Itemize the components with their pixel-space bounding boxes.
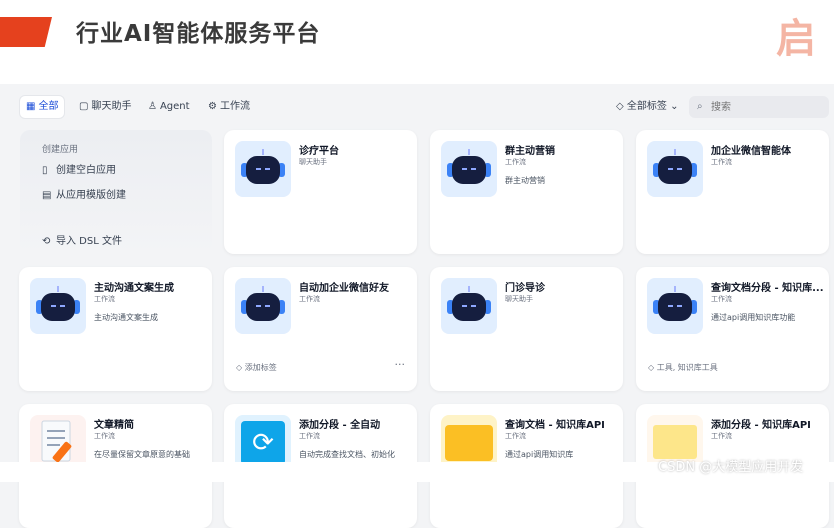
robot-icon bbox=[241, 149, 285, 187]
tag-select-label: 全部标签 bbox=[626, 101, 667, 112]
create-app-card: 创建应用 ▯ 创建空白应用 ▤ 从应用模版创建 ⟲ 导入 DSL 文件 bbox=[20, 130, 212, 254]
app-tags[interactable]: ◇ 工具, 知识库工具 bbox=[648, 362, 718, 373]
chevron-down-icon: ⌄ bbox=[670, 101, 679, 112]
create-blank-button[interactable]: ▯ 创建空白应用 bbox=[42, 161, 116, 176]
tab-workflow[interactable]: ⚙ 工作流 bbox=[202, 96, 256, 118]
robot-icon bbox=[241, 286, 285, 324]
search-input[interactable] bbox=[711, 99, 821, 115]
robot-icon bbox=[653, 149, 697, 187]
app-avatar bbox=[647, 278, 703, 334]
app-name: 查询文档分段 - 知识库... bbox=[711, 283, 823, 294]
app-name: 群主动营销 bbox=[505, 146, 555, 157]
app-type: 工作流 bbox=[299, 432, 320, 440]
app-card-group-marketing[interactable]: 群主动营销 工作流 群主动营销 bbox=[430, 130, 623, 254]
app-desc: 群主动营销 bbox=[505, 176, 545, 185]
app-type: 聊天助手 bbox=[299, 158, 327, 166]
app-type: 工作流 bbox=[94, 295, 115, 303]
import-icon: ⟲ bbox=[42, 236, 51, 247]
app-name: 门诊导诊 bbox=[505, 283, 545, 294]
more-options-icon[interactable]: ··· bbox=[395, 358, 406, 371]
app-avatar bbox=[30, 278, 86, 334]
import-dsl-button[interactable]: ⟲ 导入 DSL 文件 bbox=[42, 232, 122, 247]
page-title: 行业AI智能体服务平台 bbox=[76, 21, 321, 47]
app-type: 工作流 bbox=[711, 295, 732, 303]
app-desc: 在尽量保留文章原意的基础 bbox=[94, 450, 190, 459]
app-name: 查询文档 - 知识库API bbox=[505, 420, 605, 431]
app-desc: 自动完成查找文档、初始化 bbox=[299, 450, 395, 459]
tab-all[interactable]: ▦ 全部 bbox=[20, 96, 65, 118]
tab-label: Agent bbox=[159, 101, 190, 112]
robot-icon bbox=[653, 286, 697, 324]
app-name: 添加分段 - 全自动 bbox=[299, 420, 381, 431]
app-avatar bbox=[235, 278, 291, 334]
add-tag-button[interactable]: ◇ 添加标签 bbox=[236, 362, 277, 373]
tab-label: 聊天助手 bbox=[91, 101, 132, 112]
app-card-clinic[interactable]: 诊疗平台 聊天助手 bbox=[224, 130, 417, 254]
app-avatar bbox=[441, 141, 497, 197]
app-desc: 主动沟通文案生成 bbox=[94, 313, 158, 322]
app-name: 诊疗平台 bbox=[299, 146, 339, 157]
app-desc: 通过api调用知识库 bbox=[505, 450, 574, 459]
tab-label: 工作流 bbox=[219, 101, 250, 112]
app-type: 工作流 bbox=[711, 158, 732, 166]
app-type: 工作流 bbox=[94, 432, 115, 440]
robot-icon bbox=[447, 149, 491, 187]
brand-bar bbox=[0, 17, 52, 47]
search-icon: ⌕ bbox=[697, 101, 703, 112]
app-name: 加企业微信智能体 bbox=[711, 146, 791, 157]
file-plus-icon: ▯ bbox=[42, 165, 48, 176]
app-card-auto-add-friend[interactable]: 自动加企业微信好友 工作流 ◇ 添加标签 ··· bbox=[224, 267, 417, 391]
sync-icon: ⟳ bbox=[241, 421, 285, 465]
app-type: 聊天助手 bbox=[505, 295, 533, 303]
robot-icon bbox=[447, 286, 491, 324]
app-name: 主动沟通文案生成 bbox=[94, 283, 174, 294]
app-avatar bbox=[441, 278, 497, 334]
document-pencil-icon bbox=[41, 420, 72, 463]
building-icon bbox=[653, 425, 697, 459]
app-avatar bbox=[235, 141, 291, 197]
app-name: 自动加企业微信好友 bbox=[299, 283, 389, 294]
app-name: 文章精简 bbox=[94, 420, 134, 431]
workflow-icon: ⚙ bbox=[208, 101, 217, 112]
create-blank-label: 创建空白应用 bbox=[56, 165, 116, 176]
app-card-triage[interactable]: 门诊导诊 聊天助手 bbox=[430, 267, 623, 391]
app-card-query-segments[interactable]: 查询文档分段 - 知识库... 工作流 通过api调用知识库功能 ◇ 工具, 知… bbox=[636, 267, 829, 391]
watermark: CSDN @大模型应用开发 bbox=[658, 460, 804, 475]
tag-select[interactable]: ◇ 全部标签 ⌄ bbox=[610, 96, 684, 118]
app-desc: 通过api调用知识库功能 bbox=[711, 313, 796, 322]
import-dsl-label: 导入 DSL 文件 bbox=[56, 236, 122, 247]
app-type: 工作流 bbox=[299, 295, 320, 303]
tag-icon: ◇ bbox=[616, 101, 624, 112]
tag-icon: ◇ bbox=[236, 363, 245, 372]
tab-label: 全部 bbox=[38, 101, 59, 112]
grid-icon: ▦ bbox=[26, 101, 36, 112]
create-template-label: 从应用模版创建 bbox=[56, 190, 126, 201]
template-icon: ▤ bbox=[42, 190, 52, 201]
app-card-wecom-agent[interactable]: 加企业微信智能体 工作流 bbox=[636, 130, 829, 254]
app-avatar bbox=[647, 141, 703, 197]
chat-icon: ▢ bbox=[79, 101, 89, 112]
robot-icon bbox=[36, 286, 80, 324]
tag-label: 工具, 知识库工具 bbox=[656, 363, 718, 372]
tab-chat-assistant[interactable]: ▢ 聊天助手 bbox=[73, 96, 137, 118]
app-name: 添加分段 - 知识库API bbox=[711, 420, 811, 431]
app-type: 工作流 bbox=[505, 158, 526, 166]
app-card-copy-gen[interactable]: 主动沟通文案生成 工作流 主动沟通文案生成 bbox=[19, 267, 212, 391]
tag-label: 添加标签 bbox=[244, 363, 277, 372]
app-type: 工作流 bbox=[711, 432, 732, 440]
tab-agent[interactable]: ♙ Agent bbox=[142, 96, 196, 118]
header: 行业AI智能体服务平台 启 bbox=[0, 0, 834, 84]
create-section-title: 创建应用 bbox=[42, 145, 79, 155]
tag-icon: ◇ bbox=[648, 363, 657, 372]
search-box: ⌕ bbox=[689, 96, 829, 118]
filter-bar: ▦ 全部 ▢ 聊天助手 ♙ Agent ⚙ 工作流 ◇ 全部标签 ⌄ ⌕ bbox=[0, 96, 834, 120]
agent-icon: ♙ bbox=[148, 101, 157, 112]
create-from-template-button[interactable]: ▤ 从应用模版创建 bbox=[42, 186, 126, 201]
folder-icon bbox=[445, 425, 493, 461]
app-type: 工作流 bbox=[505, 432, 526, 440]
logo: 启 bbox=[776, 16, 816, 62]
